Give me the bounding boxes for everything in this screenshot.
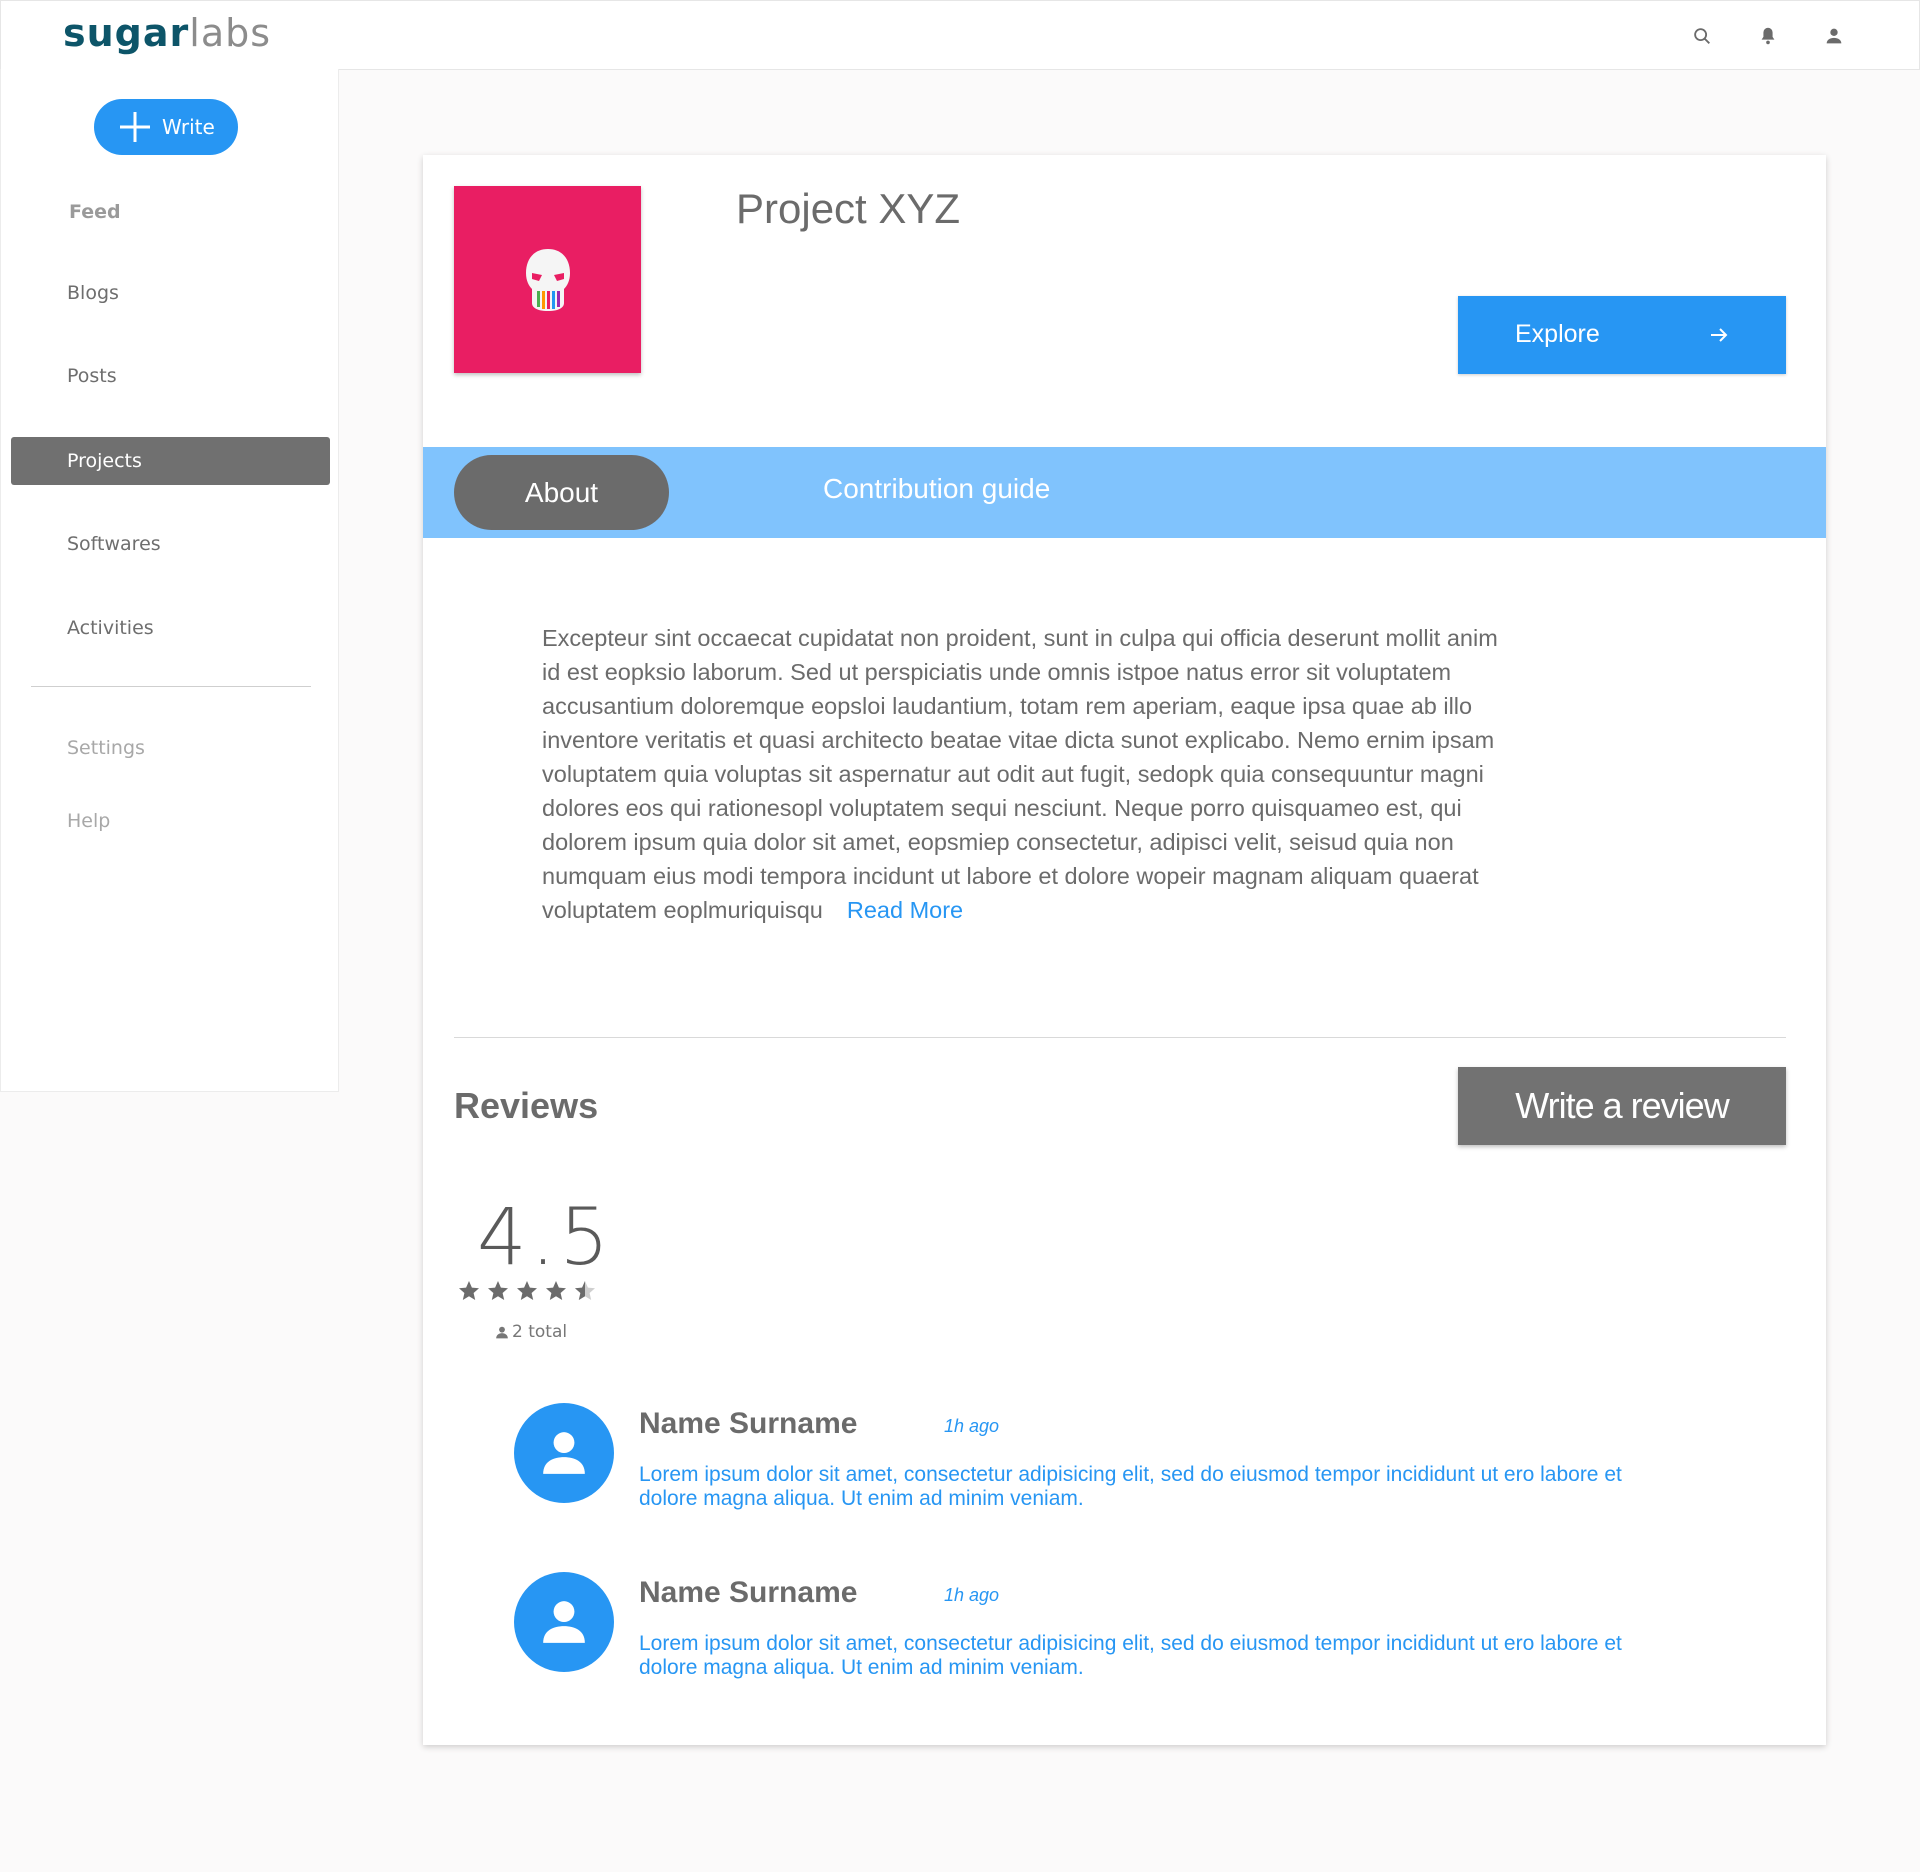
search-icon[interactable]	[1691, 25, 1713, 47]
sidebar-item-settings[interactable]: Settings	[11, 724, 330, 772]
sidebar-item-help[interactable]: Help	[11, 797, 330, 845]
sidebar-item-feed[interactable]: Feed	[11, 188, 330, 236]
reviews-title: Reviews	[454, 1085, 599, 1126]
review-item: Name Surname 1h ago Lorem ipsum dolor si…	[514, 1403, 1714, 1510]
bell-icon[interactable]	[1757, 25, 1779, 47]
avatar[interactable]	[514, 1403, 614, 1503]
top-bar: sugarlabs	[0, 0, 1920, 70]
rating-stars	[457, 1279, 597, 1303]
logo-light: labs	[189, 11, 272, 55]
reviewer-name: Name Surname	[639, 1576, 858, 1609]
avatar[interactable]	[514, 1572, 614, 1672]
review-text: Lorem ipsum dolor sit amet, consectetur …	[639, 1632, 1622, 1679]
tab-contribution-guide[interactable]: Contribution guide	[823, 473, 1050, 505]
explore-button-label: Explore	[1515, 320, 1600, 348]
person-icon	[496, 1326, 508, 1339]
review-time: 1h ago	[944, 1585, 1000, 1605]
sidebar: Write Feed Blogs Posts Projects Software…	[0, 69, 339, 1092]
half-star-icon	[575, 1281, 595, 1300]
total-reviews: 2 total	[495, 1322, 567, 1342]
write-button-label: Write	[162, 115, 215, 139]
tab-about[interactable]: About	[454, 455, 669, 530]
sidebar-divider	[31, 686, 311, 687]
arrow-right-icon	[1711, 328, 1728, 342]
about-text: Excepteur sint occaecat cupidatat non pr…	[542, 621, 1502, 927]
rating-value: 4.5	[477, 1193, 614, 1283]
sidebar-item-blogs[interactable]: Blogs	[11, 269, 330, 317]
sugarlabs-logo[interactable]: sugarlabs	[63, 11, 271, 55]
person-icon	[543, 1432, 585, 1474]
project-title: Project XYZ	[736, 185, 961, 232]
star-icon	[517, 1281, 537, 1300]
logo-bold: sugar	[63, 11, 190, 55]
user-icon[interactable]	[1823, 25, 1845, 47]
skull-mask-icon	[525, 248, 570, 311]
explore-button[interactable]: Explore	[1458, 296, 1786, 374]
review-item: Name Surname 1h ago Lorem ipsum dolor si…	[514, 1572, 1714, 1679]
sidebar-item-projects[interactable]: Projects	[11, 437, 330, 485]
person-icon	[543, 1601, 585, 1643]
total-reviews-label: 2 total	[512, 1322, 568, 1342]
star-icon	[488, 1281, 508, 1300]
star-icon	[459, 1281, 479, 1300]
section-divider	[454, 1037, 1786, 1038]
plus-icon	[120, 112, 150, 142]
sidebar-item-activities[interactable]: Activities	[11, 604, 330, 652]
project-image	[454, 186, 641, 373]
review-time: 1h ago	[944, 1416, 1000, 1436]
tab-bar: About Contribution guide	[423, 447, 1826, 538]
star-icon	[546, 1281, 566, 1300]
write-review-button[interactable]: Write a review	[1458, 1067, 1786, 1145]
sidebar-item-softwares[interactable]: Softwares	[11, 520, 330, 568]
review-text: Lorem ipsum dolor sit amet, consectetur …	[639, 1463, 1622, 1510]
reviewer-name: Name Surname	[639, 1407, 858, 1440]
read-more-link[interactable]: Read More	[847, 897, 963, 923]
about-paragraph: Excepteur sint occaecat cupidatat non pr…	[542, 625, 1498, 923]
project-card: Project XYZ Explore About Contribution g…	[423, 155, 1826, 1745]
sidebar-item-posts[interactable]: Posts	[11, 352, 330, 400]
write-button[interactable]: Write	[94, 99, 238, 155]
